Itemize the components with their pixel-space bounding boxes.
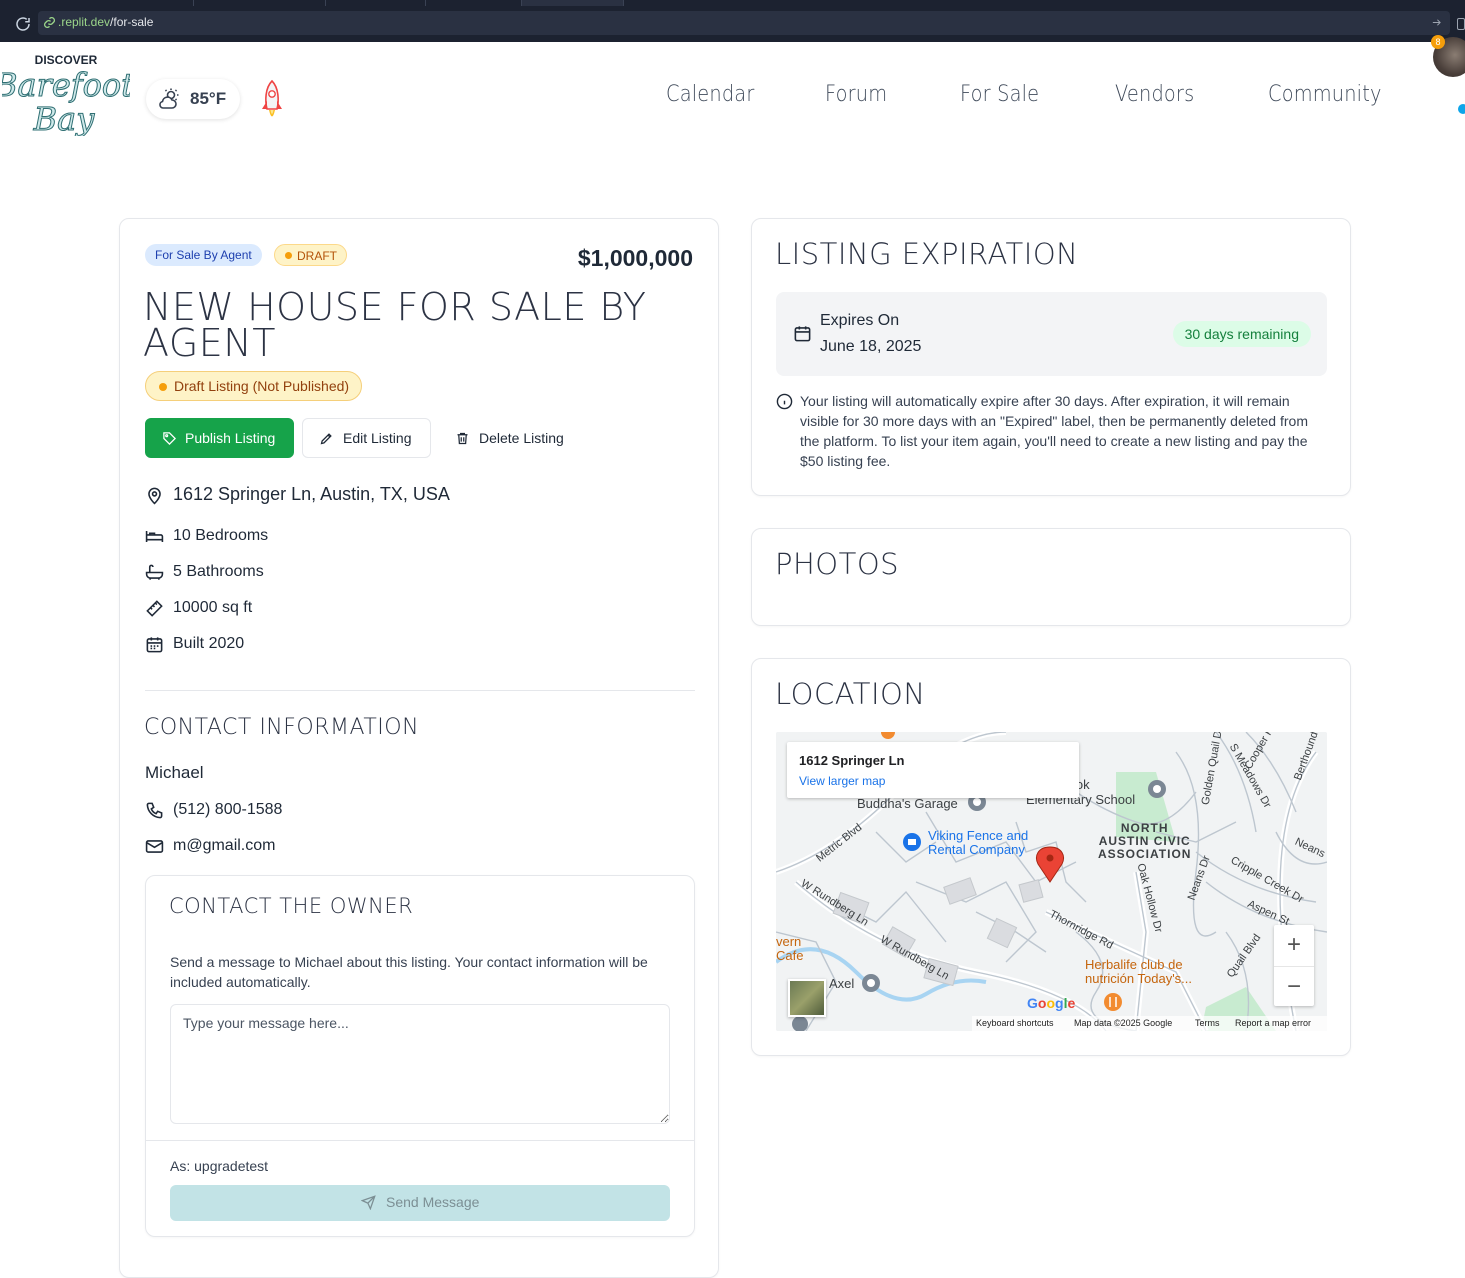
message-textarea[interactable] xyxy=(170,1004,670,1124)
contact-owner-heading: CONTACT THE OWNER xyxy=(169,894,414,918)
photos-card: PHOTOS xyxy=(751,528,1351,626)
sqft-text: 10000 sq ft xyxy=(173,599,253,616)
edit-listing-label: Edit Listing xyxy=(343,430,412,446)
pencil-icon xyxy=(320,433,332,445)
mail-icon xyxy=(145,840,164,853)
url-field[interactable]: .replit.dev/for-sale xyxy=(38,11,1450,35)
view-larger-map-link[interactable]: View larger map xyxy=(799,774,885,788)
map-data-attribution: Map data ©2025 Google xyxy=(1074,1018,1173,1028)
listing-title: NEW HOUSE FOR SALE BY AGENT xyxy=(143,285,647,365)
owner-card-divider xyxy=(146,1140,694,1141)
contact-name: Michael xyxy=(145,763,204,782)
publish-listing-button[interactable]: Publish Listing xyxy=(145,418,294,458)
map-label-axel[interactable]: Axel xyxy=(829,976,854,991)
listing-price: $1,000,000 xyxy=(577,245,693,271)
zoom-out-button[interactable]: − xyxy=(1274,966,1314,1006)
publish-listing-label: Publish Listing xyxy=(185,430,276,446)
url-text: .replit.dev/for-sale xyxy=(58,15,153,29)
map-footer: Keyboard shortcuts Map data ©2025 Google… xyxy=(972,1016,1327,1031)
keyboard-shortcuts-link[interactable]: Keyboard shortcuts xyxy=(976,1016,1054,1031)
expiration-note: Your listing will automatically expire a… xyxy=(800,393,1308,469)
ruler-icon xyxy=(146,600,163,617)
bed-icon xyxy=(145,530,164,543)
nav-vendors[interactable]: Vendors xyxy=(1115,82,1194,107)
expiration-box: Expires On June 18, 2025 30 days remaini… xyxy=(776,292,1327,376)
map-label-buddhas-garage[interactable]: Buddha's Garage xyxy=(857,796,958,811)
calendar-icon xyxy=(794,326,811,342)
delete-listing-label: Delete Listing xyxy=(479,430,564,446)
zoom-in-button[interactable]: + xyxy=(1274,925,1314,965)
calendar-icon xyxy=(146,637,163,653)
link-icon xyxy=(43,16,56,29)
map-label-viking-fence[interactable]: Viking Fence and Rental Company xyxy=(928,829,1028,857)
days-remaining-badge: 30 days remaining xyxy=(1172,321,1311,347)
location-card: LOCATION Elementary School Buddha's Gara… xyxy=(751,658,1351,1056)
terms-link[interactable]: Terms xyxy=(1195,1016,1220,1031)
phone-icon xyxy=(146,802,163,819)
reload-icon[interactable] xyxy=(14,15,32,33)
sender-username: As: upgradetest xyxy=(170,1158,269,1174)
window-icon[interactable] xyxy=(1457,18,1465,30)
email-text: m@gmail.com xyxy=(173,837,276,854)
bath-icon xyxy=(145,564,164,580)
main-nav: Calendar Forum For Sale Vendors Communit… xyxy=(0,82,1465,116)
satellite-toggle[interactable] xyxy=(788,979,826,1017)
site-header: DISCOVER Barefoot Bay 85°F Calendar Foru… xyxy=(0,42,1465,154)
info-icon xyxy=(776,393,793,410)
location-heading: LOCATION xyxy=(775,677,926,711)
map-info-title: 1612 Springer Ln xyxy=(799,753,905,768)
notification-badge: 8 xyxy=(1431,35,1445,49)
photos-heading: PHOTOS xyxy=(775,547,900,581)
map-info-window: 1612 Springer Ln View larger map xyxy=(787,742,1079,798)
tag-icon xyxy=(163,432,177,446)
built-text: Built 2020 xyxy=(173,635,245,652)
browser-address-bar: .replit.dev/for-sale xyxy=(0,6,1465,42)
bathrooms-text: 5 Bathrooms xyxy=(173,563,264,580)
send-message-label: Send Message xyxy=(386,1194,480,1210)
map-label-herbalife[interactable]: Herbalife club de nutrición Today's... xyxy=(1085,958,1192,986)
online-status-dot xyxy=(1458,104,1465,114)
logo-discover-text: DISCOVER xyxy=(35,53,98,67)
map-zoom-controls: + − xyxy=(1274,925,1314,1006)
map-label-tavern-cafe[interactable]: vern Cafe xyxy=(776,935,803,963)
nav-calendar[interactable]: Calendar xyxy=(666,82,754,107)
nav-forum[interactable]: Forum xyxy=(825,82,887,107)
map-embed[interactable]: he A. Cook Elementary School Buddha's Ga… xyxy=(776,732,1327,1031)
nav-community[interactable]: Community xyxy=(1268,82,1382,107)
listing-expiration-card: LISTING EXPIRATION Expires On June 18, 2… xyxy=(751,218,1351,496)
draft-badge: DRAFT xyxy=(274,244,347,266)
nav-for-sale[interactable]: For Sale xyxy=(960,82,1039,107)
address-text: 1612 Springer Ln, Austin, TX, USA xyxy=(173,484,450,504)
expires-on-label: Expires On xyxy=(820,312,900,329)
url-path: /for-sale xyxy=(110,15,154,29)
contact-owner-card: CONTACT THE OWNER Send a message to Mich… xyxy=(145,875,695,1237)
expiration-date: June 18, 2025 xyxy=(820,338,922,355)
trash-icon xyxy=(457,432,468,445)
draft-status-pill: Draft Listing (Not Published) xyxy=(145,371,363,401)
section-divider xyxy=(145,690,695,691)
delete-listing-button[interactable]: Delete Listing xyxy=(442,418,582,458)
contact-info-heading: CONTACT INFORMATION xyxy=(144,715,420,740)
map-label-north-austin: NORTH AUSTIN CIVIC ASSOCIATION xyxy=(1098,821,1192,861)
report-map-error-link[interactable]: Report a map error xyxy=(1235,1016,1311,1031)
send-message-button[interactable]: Send Message xyxy=(170,1185,670,1221)
send-icon xyxy=(361,1195,376,1210)
bedrooms-text: 10 Bedrooms xyxy=(173,527,269,544)
contact-owner-description: Send a message to Michael about this lis… xyxy=(170,954,648,990)
google-logo: Google xyxy=(1027,995,1076,1011)
map-pin-icon xyxy=(148,487,161,505)
listing-card: For Sale By Agent DRAFT $1,000,000 NEW H… xyxy=(119,218,719,1278)
phone-text: (512) 800-1588 xyxy=(173,801,283,818)
expiration-heading: LISTING EXPIRATION xyxy=(775,237,1079,271)
listing-type-badge: For Sale By Agent xyxy=(145,244,262,266)
url-host: .replit.dev xyxy=(58,15,111,29)
arrow-right-icon[interactable] xyxy=(1431,17,1442,28)
edit-listing-button[interactable]: Edit Listing xyxy=(302,418,431,458)
